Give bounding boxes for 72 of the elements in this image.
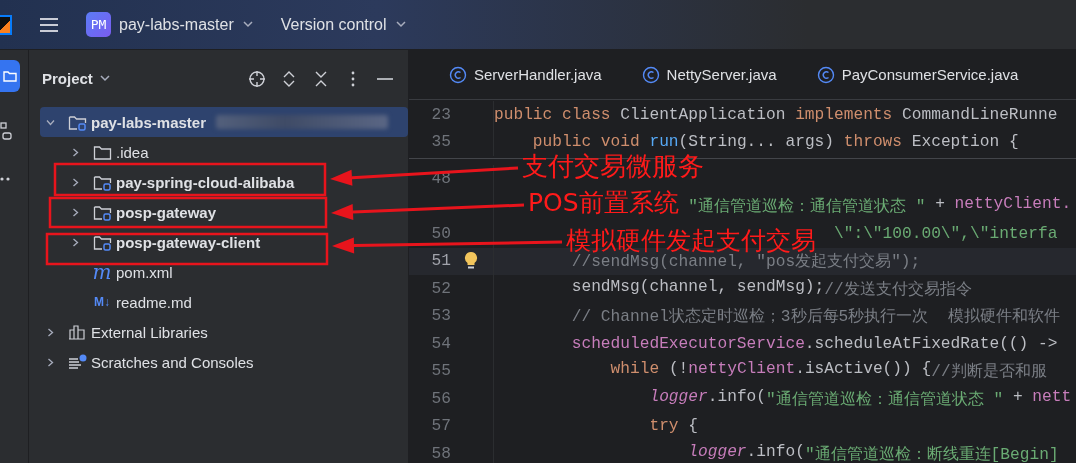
chevron-right-icon[interactable]	[70, 147, 80, 157]
target-icon[interactable]	[248, 69, 266, 88]
tree-item-label[interactable]: pom.xml	[116, 263, 173, 281]
line-number: 53	[430, 307, 451, 326]
annotation-label: 模拟硬件发起支付交易	[566, 228, 816, 253]
class-icon	[816, 65, 835, 84]
code-line: scheduledExecutorService.scheduleAtFixedRate(() ->	[571, 334, 1058, 353]
vcs-menu[interactable]: Version control	[278, 11, 408, 38]
lightbulb-icon[interactable]	[463, 251, 479, 272]
code-line: // Channel状态定时巡检；3秒后每5秒执行一次 模拟硬件和软件	[571, 306, 1060, 328]
line-number: 54	[430, 334, 451, 353]
folder-icon	[93, 143, 112, 161]
line-number: 23	[430, 105, 451, 124]
project-badge: PM	[86, 12, 111, 37]
class-icon	[641, 65, 660, 84]
chevron-right-icon[interactable]	[70, 207, 80, 217]
line-number: 51	[430, 252, 451, 271]
line-number: 58	[430, 444, 451, 463]
annotation-label: POS前置系统	[528, 190, 679, 215]
tree-item-label[interactable]: pay-spring-cloud-alibaba	[116, 173, 295, 191]
code-line: \":\"100.00\",\"interfa	[834, 224, 1058, 243]
line-number: 52	[430, 279, 451, 298]
editor-tab[interactable]: PayConsumerService.java	[816, 50, 1019, 100]
app-logo	[0, 14, 12, 35]
chevron-down-icon	[242, 21, 253, 28]
tree-item-label[interactable]: External Libraries	[91, 323, 208, 341]
library-icon	[68, 323, 87, 341]
code-line: try {	[649, 417, 698, 436]
chevron-down-icon	[99, 75, 110, 82]
chevron-right-icon[interactable]	[45, 327, 55, 337]
module-folder-icon	[93, 233, 112, 251]
code-line: public class ClientApplication implements CommandLineRunne	[494, 105, 1058, 124]
code-line: //sendMsg(channel, "pos发起支付交易");	[571, 252, 921, 273]
class-icon	[449, 65, 467, 84]
structure-icon[interactable]	[0, 122, 12, 140]
project-selector[interactable]: pay-labs-master	[117, 11, 255, 38]
line-number: 57	[430, 417, 451, 436]
line-number: 55	[430, 362, 451, 381]
chevron-down-icon	[395, 21, 406, 28]
line-number: 56	[430, 389, 451, 408]
tree-item-label[interactable]: Scratches and Consoles	[91, 353, 254, 371]
markdown-icon: M↓	[91, 295, 113, 309]
chevron-down-icon[interactable]	[45, 117, 55, 127]
code-line: while (!nettyClient.isActive()) {//判断是否和服	[610, 360, 1047, 383]
module-folder-icon	[68, 113, 87, 131]
chevron-right-icon[interactable]	[70, 177, 80, 187]
folder-icon	[3, 70, 17, 82]
tree-row-selected[interactable]: pay-labs-master	[40, 107, 408, 137]
tree-item-label[interactable]: readme.md	[116, 293, 192, 311]
chevron-right-icon[interactable]	[70, 237, 80, 247]
line-number: 35	[430, 133, 451, 152]
scratch-icon	[68, 353, 87, 371]
line-number: 50	[430, 224, 451, 243]
module-folder-icon	[93, 203, 112, 221]
editor-tab[interactable]: NettyServer.java	[641, 50, 777, 100]
tree-item-label[interactable]: pay-labs-master	[91, 113, 207, 131]
chevron-right-icon[interactable]	[45, 357, 55, 367]
annotation-label: 支付交易微服务	[522, 153, 704, 179]
module-folder-icon	[93, 173, 112, 191]
panel-title-dropdown[interactable]: Project	[42, 70, 110, 87]
project-tool-button[interactable]	[0, 60, 20, 92]
tree-item-label[interactable]: .idea	[116, 143, 149, 161]
menu-icon[interactable]	[38, 15, 60, 34]
code-line: public void run(String... args) throws Exception {	[532, 133, 1019, 152]
maven-icon: m	[91, 262, 113, 282]
tree-item-label[interactable]: posp-gateway-client	[116, 233, 261, 251]
tree-item-label[interactable]: posp-gateway	[116, 203, 217, 221]
code-line: logger.info("通信管道巡检：通信管道状态 " + nett	[649, 387, 1072, 410]
editor-tab[interactable]: ServerHandler.java	[449, 50, 602, 100]
code-line: logger.info("通信管道巡检：断线重连[Begin]	[688, 442, 1059, 463]
code-line: sendMsg(channel, sendMsg);//发送支付交易指令	[571, 277, 972, 300]
code-line: "通信管道巡检：通信管道状态 " + nettyClient.	[688, 195, 1072, 218]
